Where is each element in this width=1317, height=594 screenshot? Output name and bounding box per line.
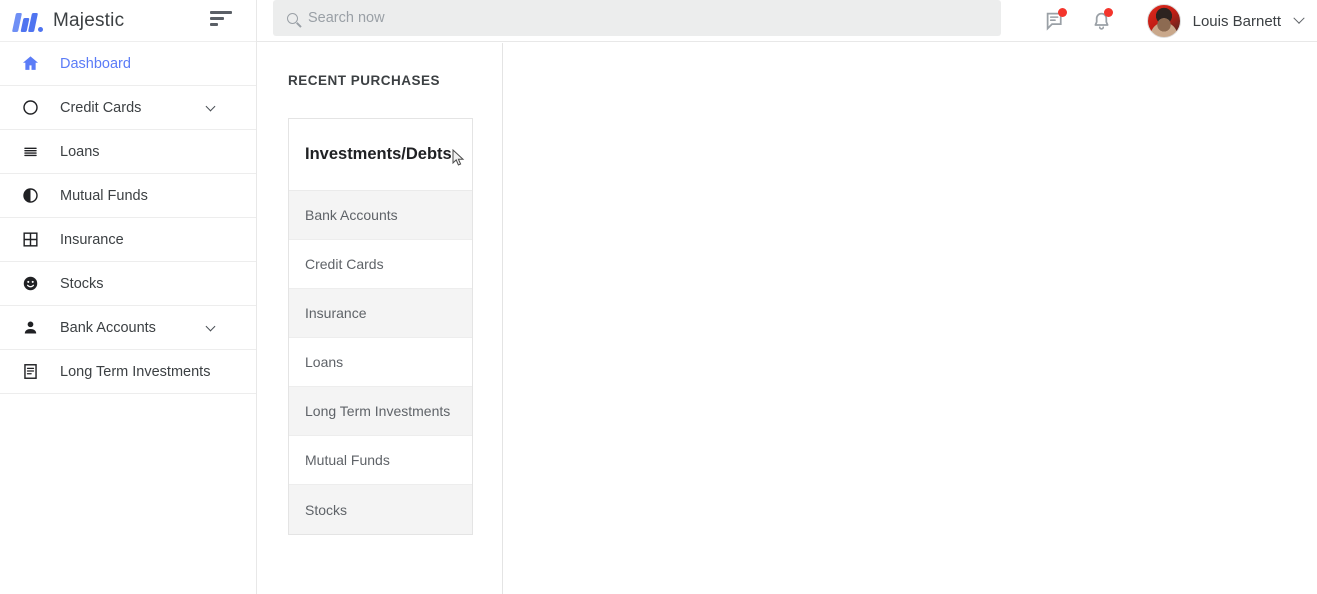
user-name: Louis Barnett — [1192, 12, 1281, 30]
investments-debts-card: Investments/Debts Bank Accounts Credit Ca… — [288, 118, 473, 535]
list-item[interactable]: Insurance — [289, 289, 472, 338]
brand-name: Majestic — [53, 9, 125, 31]
bell-icon[interactable] — [1079, 0, 1125, 42]
sidebar-item-label: Loans — [60, 143, 100, 160]
sidebar-item-label: Mutual Funds — [60, 187, 148, 204]
message-icon[interactable] — [1033, 0, 1079, 42]
page-title: RECENT PURCHASES — [288, 73, 441, 88]
list-icon — [18, 142, 42, 161]
grid-icon — [18, 230, 42, 249]
sidebar-item-label: Dashboard — [60, 55, 131, 72]
card-header: Investments/Debts — [289, 119, 472, 191]
avatar[interactable] — [1146, 4, 1181, 38]
top-header: Louis Barnett — [257, 0, 1317, 42]
mouse-cursor-icon — [452, 149, 465, 166]
document-icon — [18, 362, 42, 381]
sidebar-item-label: Credit Cards — [60, 99, 142, 116]
sidebar-item-bank-accounts[interactable]: Bank Accounts — [0, 306, 256, 350]
sidebar-item-loans[interactable]: Loans — [0, 130, 256, 174]
list-item[interactable]: Mutual Funds — [289, 436, 472, 485]
sidebar-nav: Dashboard Credit Cards Loans Mutual Funds In… — [0, 42, 256, 394]
chevron-down-icon[interactable] — [205, 321, 216, 332]
sidebar-item-mutual-funds[interactable]: Mutual Funds — [0, 174, 256, 218]
sidebar-item-label: Long Term Investments — [60, 363, 211, 380]
chevron-down-icon[interactable] — [1293, 12, 1305, 30]
header-actions: Louis Barnett — [1033, 0, 1309, 42]
search-icon — [287, 12, 298, 24]
smiley-icon — [18, 274, 42, 293]
list-item[interactable]: Long Term Investments — [289, 387, 472, 436]
sidebar: Majestic Dashboard Credit Cards Loans Mutua… — [0, 0, 257, 594]
sidebar-item-stocks[interactable]: Stocks — [0, 262, 256, 306]
search-input[interactable] — [308, 3, 908, 33]
card-title: Investments/Debts — [305, 145, 452, 163]
main-content: RECENT PURCHASES Investments/Debts Bank … — [258, 43, 1317, 594]
sidebar-item-long-term-investments[interactable]: Long Term Investments — [0, 350, 256, 394]
card-row-list: Bank Accounts Credit Cards Insurance Loans L… — [289, 191, 472, 534]
bell-badge — [1103, 8, 1113, 17]
majestic-logo-icon — [11, 10, 44, 32]
search-box[interactable] — [273, 0, 1001, 36]
message-badge — [1057, 8, 1067, 17]
list-item[interactable]: Credit Cards — [289, 240, 472, 289]
circle-icon — [18, 98, 42, 117]
brand-header: Majestic — [0, 0, 256, 42]
sidebar-item-label: Stocks — [60, 275, 104, 292]
sidebar-item-insurance[interactable]: Insurance — [0, 218, 256, 262]
sidebar-item-dashboard[interactable]: Dashboard — [0, 42, 256, 86]
person-icon — [18, 318, 42, 337]
home-icon — [18, 54, 42, 73]
sidebar-item-label: Insurance — [60, 231, 124, 248]
list-item[interactable]: Bank Accounts — [289, 191, 472, 240]
sidebar-item-label: Bank Accounts — [60, 319, 156, 336]
list-item[interactable]: Stocks — [289, 485, 472, 534]
chevron-down-icon[interactable] — [205, 101, 216, 112]
hamburger-icon[interactable] — [210, 11, 232, 29]
sidebar-item-credit-cards[interactable]: Credit Cards — [0, 86, 256, 130]
pie-chart-icon — [18, 186, 42, 205]
list-item[interactable]: Loans — [289, 338, 472, 387]
left-pane: RECENT PURCHASES Investments/Debts Bank … — [258, 43, 503, 594]
